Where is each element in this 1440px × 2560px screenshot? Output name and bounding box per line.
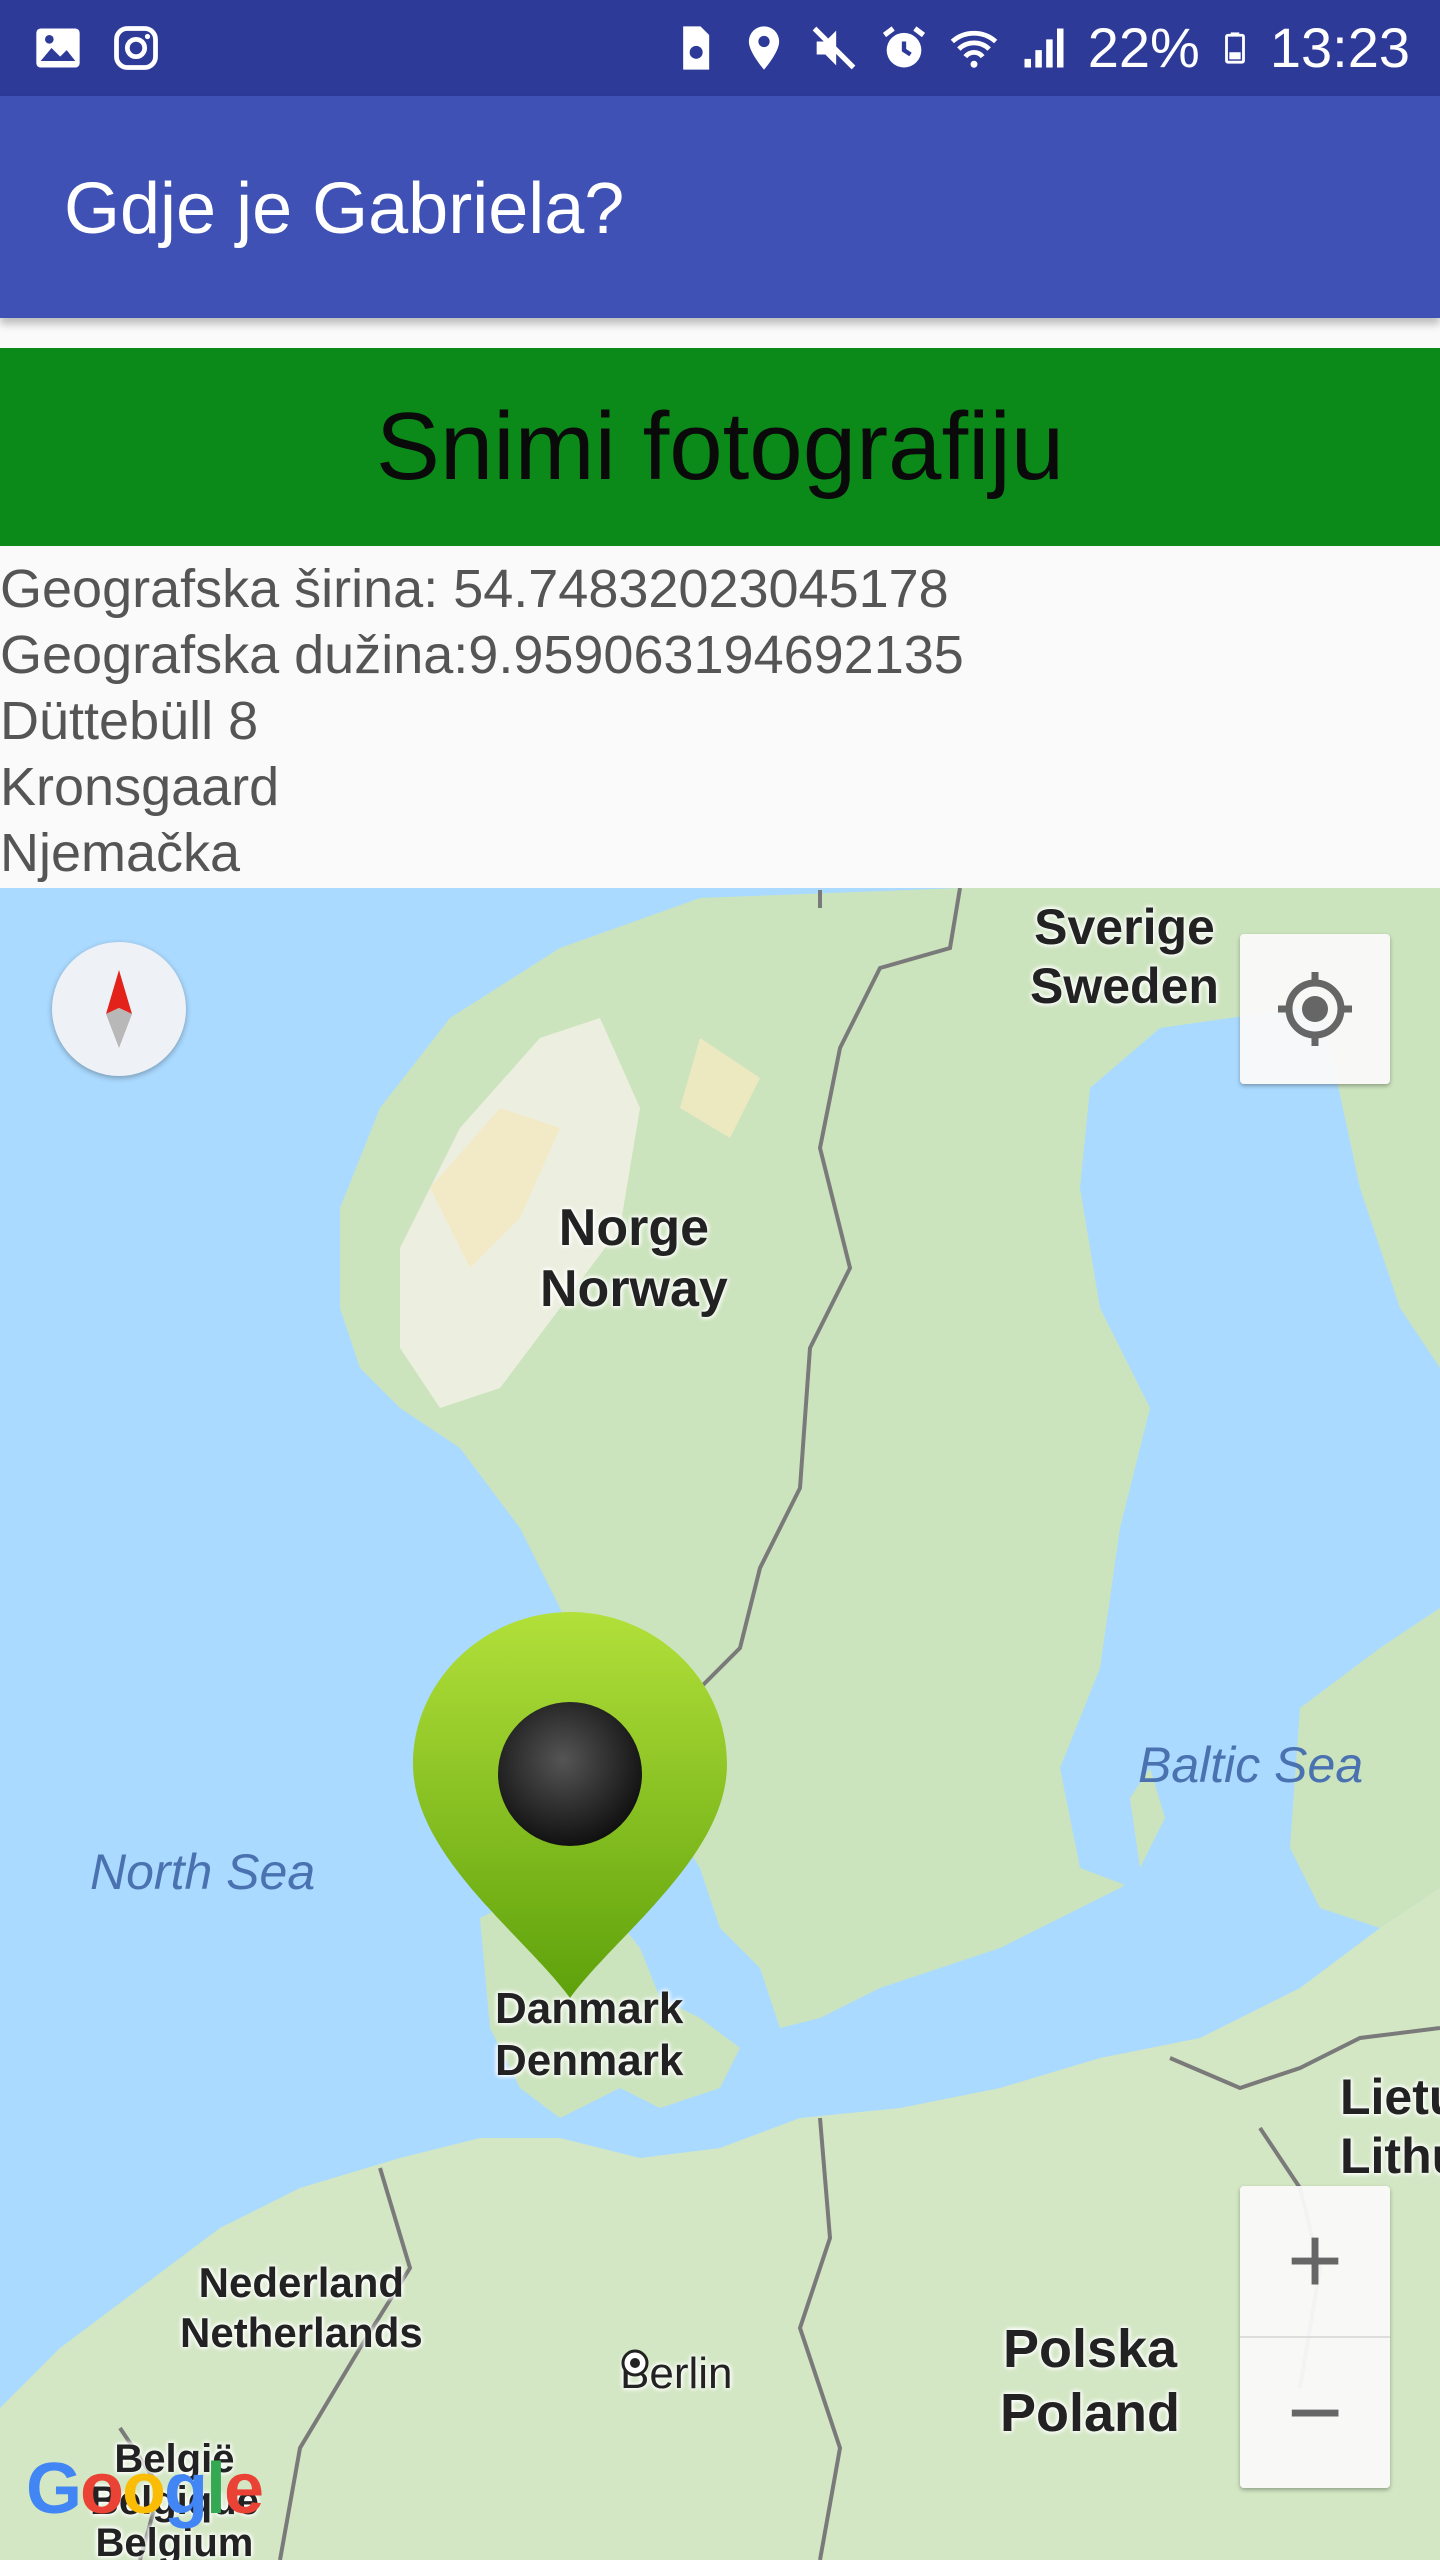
battery-icon (1224, 32, 1245, 64)
my-location-icon (1278, 972, 1352, 1046)
country-text: Njemačka (0, 823, 241, 883)
wifi-icon (950, 30, 998, 68)
latitude-text: Geografska širina: 54.74832023045178 (0, 559, 949, 619)
compass-button[interactable] (52, 942, 186, 1076)
label-denmark-en: Denmark (495, 2035, 684, 2085)
label-berlin: Berlin (620, 2348, 733, 2400)
map-view[interactable]: Sverige Sweden Norge Norway Danmark Denm… (0, 888, 1440, 2560)
compass-icon (106, 970, 132, 1048)
alarm-icon (882, 26, 925, 68)
label-netherlands-native: Nederland (198, 2259, 405, 2306)
zoom-out-button[interactable]: − (1240, 2338, 1390, 2488)
signal-icon (1024, 28, 1064, 68)
location-marker-icon[interactable] (405, 1606, 735, 2002)
label-poland-native: Polska (1002, 2319, 1178, 2379)
label-norway: Norge Norway (540, 1198, 728, 1321)
storage-icon (682, 26, 709, 70)
label-poland: Polska Poland (1000, 2318, 1180, 2445)
google-logo: Google (26, 2449, 264, 2529)
instagram-icon (114, 26, 158, 70)
label-sweden-en: Sweden (1030, 958, 1219, 1014)
mute-icon (812, 26, 856, 70)
clock: 13:23 (1269, 16, 1410, 79)
label-poland-en: Poland (1000, 2382, 1181, 2443)
label-north-sea: North Sea (90, 1844, 316, 1900)
app-title: Gdje je Gabriela? (64, 169, 625, 249)
label-baltic-sea: Baltic Sea (1138, 1737, 1364, 1793)
label-sweden-native: Sverige (1034, 899, 1215, 955)
battery-percent: 22% (1087, 16, 1200, 79)
street-text: Düttebüll 8 (0, 691, 259, 751)
status-bar: 22% 13:23 (0, 0, 1440, 96)
gallery-icon (36, 28, 80, 68)
label-sweden: Sverige Sweden (1030, 898, 1219, 1016)
label-lithuania: Lietuva Lithuania (1340, 2068, 1440, 2186)
capital-dot-icon (621, 2349, 649, 2377)
my-location-button[interactable] (1240, 934, 1390, 1084)
app-bar: Gdje je Gabriela? (0, 96, 1440, 318)
zoom-in-button[interactable]: + (1240, 2186, 1390, 2336)
take-photo-button[interactable]: Snimi fotografiju (0, 348, 1440, 546)
longitude-text: Geografska dužina:9.959063194692135 (0, 625, 964, 685)
label-netherlands: Nederland Netherlands (180, 2258, 423, 2357)
label-netherlands-en: Netherlands (180, 2308, 423, 2356)
location-info: Geografska širina: 54.74832023045178 Geo… (0, 556, 1440, 886)
label-norway-native: Norge (558, 1199, 710, 1257)
zoom-controls: + − (1240, 2186, 1390, 2488)
location-icon (748, 26, 779, 70)
city-text: Kronsgaard (0, 757, 280, 817)
label-norway-en: Norway (540, 1260, 728, 1319)
label-lithuania-native: Lietuva (1340, 2069, 1440, 2125)
label-lithuania-en: Lithuania (1340, 2128, 1440, 2184)
